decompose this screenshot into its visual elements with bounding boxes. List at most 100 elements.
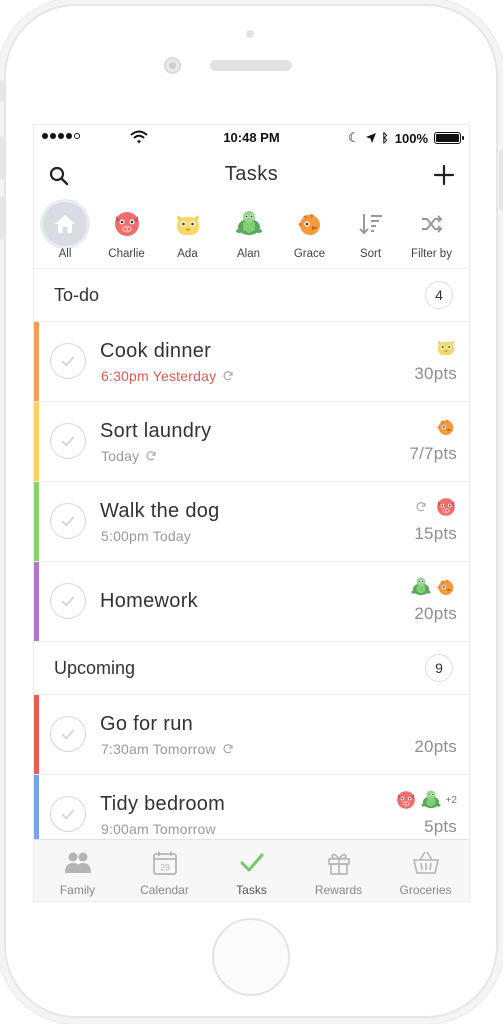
task-name: Cook dinner [100, 340, 212, 362]
pink-pig-avatar-icon [112, 209, 142, 239]
shuffle-icon [421, 215, 442, 233]
filter-label: Ada [177, 248, 198, 260]
task-row[interactable]: Sort laundry Today 7/7pts [34, 402, 469, 482]
battery-icon [434, 132, 464, 144]
checkmark-icon [57, 723, 79, 745]
orange-bird-avatar-icon [295, 209, 325, 239]
repeat-icon [145, 450, 157, 462]
tab-label: Rewards [314, 883, 363, 897]
filter-ada[interactable]: Ada [157, 199, 218, 268]
basket-icon [412, 851, 439, 874]
filter-label: Charlie [108, 248, 145, 260]
task-checkbox[interactable] [50, 796, 86, 832]
power-button [499, 150, 503, 210]
section-header-todo: To-do 4 [34, 269, 469, 322]
task-points: 30pts [414, 364, 457, 383]
task-points: 15pts [414, 524, 457, 543]
filter-label: All [58, 248, 72, 260]
section-header-upcoming: Upcoming 9 [34, 642, 469, 695]
yellow-cat-avatar-icon [173, 209, 203, 239]
volume-button [0, 196, 4, 240]
filter-charlie[interactable]: Charlie [96, 199, 157, 268]
task-row[interactable]: Homework 20pts [34, 562, 469, 642]
checkmark-icon [57, 803, 79, 825]
sort-button[interactable]: Sort [340, 199, 401, 268]
filter-by-button[interactable]: Filter by [401, 199, 462, 268]
gift-icon [327, 853, 350, 875]
yellow-cat-avatar-icon [435, 336, 457, 358]
filter-grace[interactable]: Grace [279, 199, 340, 268]
task-due: 9:00am Tomorrow [101, 821, 216, 837]
add-task-icon[interactable] [433, 164, 455, 186]
tab-groceries[interactable]: Groceries [382, 840, 469, 901]
mute-switch [0, 80, 4, 102]
green-turtle-avatar-icon [234, 209, 264, 239]
task-due-text: 6:30pm Yesterday [101, 368, 217, 384]
filter-label: Alan [236, 248, 261, 260]
checkmark-icon [57, 510, 79, 532]
task-row[interactable]: Go for run 7:30am Tomorrow 20pts [34, 695, 469, 775]
task-checkbox[interactable] [50, 343, 86, 379]
task-color-stripe [34, 562, 39, 641]
filter-all[interactable]: All [34, 199, 96, 268]
tab-family[interactable]: Family [34, 840, 121, 901]
task-color-stripe [34, 482, 39, 561]
calendar-day: 29 [159, 863, 169, 873]
task-name: Homework [100, 590, 198, 612]
home-button[interactable] [212, 918, 290, 996]
sort-icon [358, 214, 382, 235]
repeat-icon [222, 743, 234, 755]
section-title: To-do [54, 284, 100, 305]
tab-tasks[interactable]: Tasks [208, 840, 295, 901]
task-row[interactable]: Cook dinner 6:30pm Yesterday 30pts [34, 322, 469, 402]
task-due: Today [101, 448, 157, 464]
front-camera [164, 57, 181, 74]
member-filter-bar: All Charlie Ada Alan Grace Sort Filter b… [34, 199, 469, 269]
battery-percent: 100% [394, 130, 428, 146]
task-assignees [415, 496, 457, 518]
filter-alan[interactable]: Alan [218, 199, 279, 268]
task-checkbox[interactable] [50, 716, 86, 752]
tab-label: Family [59, 883, 96, 897]
checkmark-icon [57, 350, 79, 372]
tab-rewards[interactable]: Rewards [295, 840, 382, 901]
tab-label: Groceries [399, 883, 452, 897]
tab-calendar[interactable]: 29 Calendar [121, 840, 208, 901]
task-row[interactable]: Walk the dog 5:00pm Today 15pts [34, 482, 469, 562]
task-name: Tidy bedroom [100, 793, 226, 815]
status-right: ☾ ᛒ 100% [347, 130, 464, 146]
task-name: Go for run [100, 713, 194, 735]
proximity-sensor [246, 30, 254, 38]
pink-pig-avatar-icon [435, 496, 457, 518]
tab-label: Tasks [236, 883, 267, 897]
task-checkbox[interactable] [50, 503, 86, 539]
page-title: Tasks [224, 163, 279, 185]
task-assignees [435, 336, 457, 358]
task-assignees: +2 [395, 789, 457, 811]
green-turtle-avatar-icon [420, 789, 442, 811]
repeat-icon [415, 501, 427, 513]
earpiece-speaker [210, 60, 292, 71]
filter-label: Filter by [411, 248, 452, 260]
green-turtle-avatar-icon [410, 576, 432, 598]
task-due-text: Today [101, 448, 140, 464]
checkmark-icon [57, 590, 79, 612]
app-screen: 10:48 PM ☾ ᛒ 100% Tasks All Charlie Ada … [33, 124, 470, 902]
repeat-icon [222, 370, 234, 382]
volume-button [0, 136, 4, 180]
task-points: 5pts [424, 817, 457, 836]
task-points: 7/7pts [409, 444, 457, 463]
moon-icon: ☾ [347, 130, 360, 145]
location-icon [365, 133, 376, 143]
task-due: 6:30pm Yesterday [101, 368, 234, 384]
tab-label: Calendar [140, 883, 189, 897]
checkmark-icon [240, 853, 263, 872]
task-checkbox[interactable] [50, 423, 86, 459]
task-color-stripe [34, 322, 39, 401]
nav-bar: Tasks [34, 151, 469, 199]
task-name: Sort laundry [100, 420, 212, 442]
tab-bar: Family 29 Calendar Tasks Rewards Groceri… [34, 839, 469, 901]
section-title: Upcoming [54, 657, 136, 678]
task-checkbox[interactable] [50, 583, 86, 619]
task-color-stripe [34, 402, 39, 481]
